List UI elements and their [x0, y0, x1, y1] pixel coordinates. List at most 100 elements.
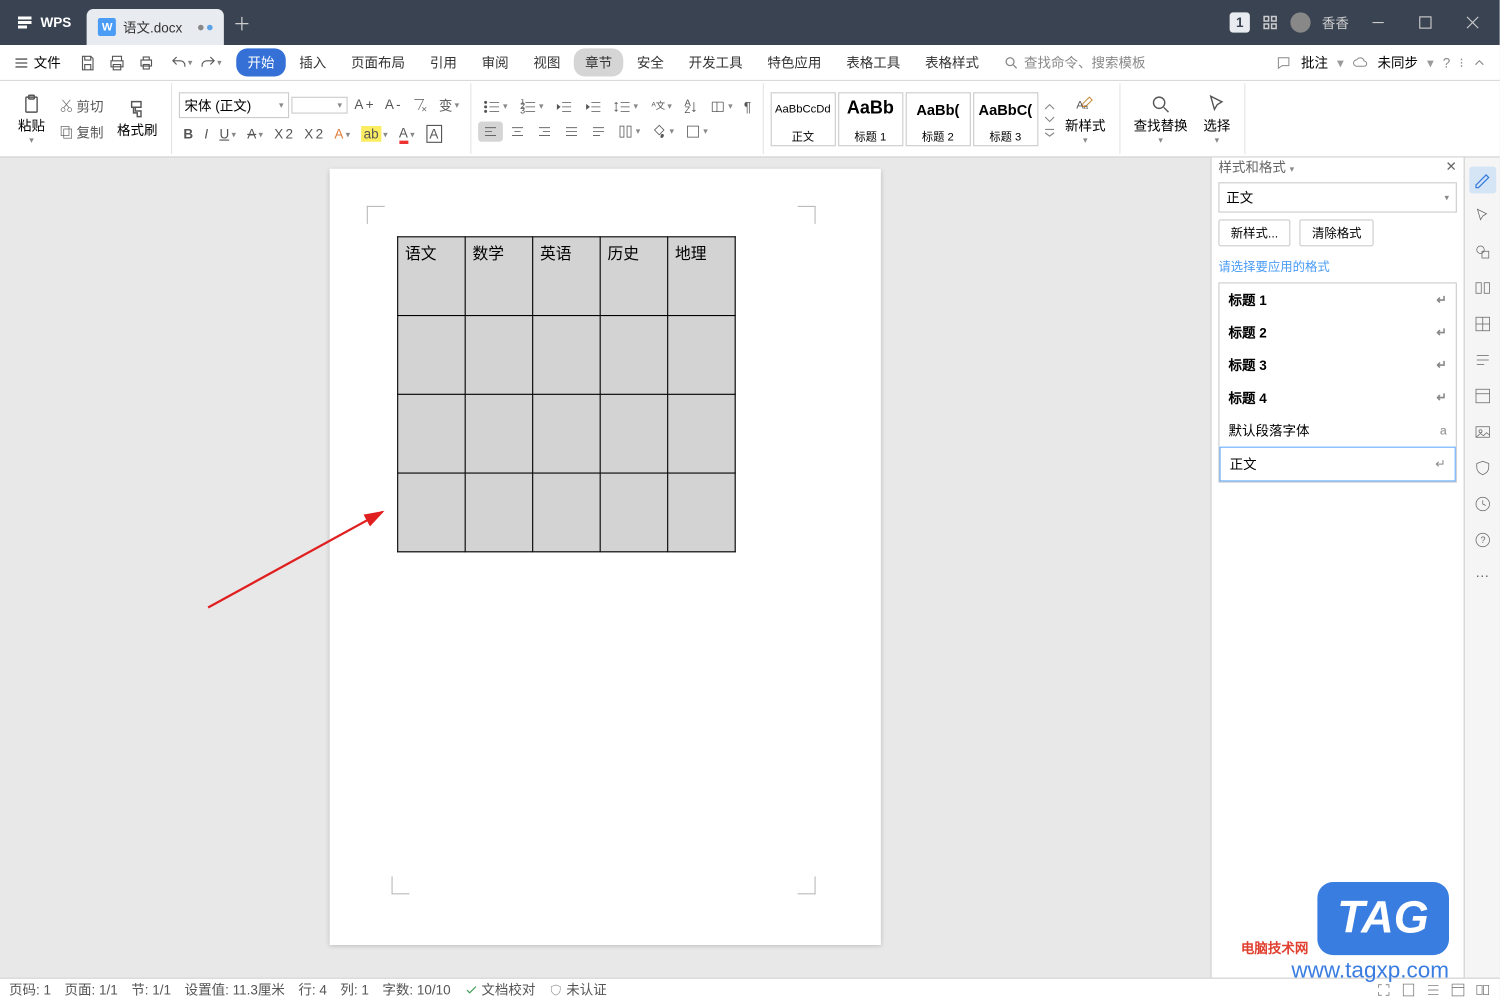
user-avatar[interactable] — [1290, 12, 1310, 32]
table-cell[interactable] — [600, 316, 668, 395]
style-row-1[interactable]: 标题 2↵ — [1220, 316, 1456, 349]
sync-label[interactable]: 未同步 — [1377, 53, 1418, 72]
collapse-ribbon-icon[interactable] — [1473, 56, 1487, 70]
align-justify-button[interactable] — [559, 121, 584, 141]
tabs-button[interactable]: ▾ — [706, 96, 738, 116]
menu-item-7[interactable]: 安全 — [626, 48, 676, 76]
table-cell[interactable]: 地理 — [668, 237, 736, 316]
menu-item-8[interactable]: 开发工具 — [677, 48, 754, 76]
table-cell[interactable] — [600, 394, 668, 473]
add-tab-button[interactable]: ＋ — [224, 5, 260, 41]
undo-button[interactable]: ▾ — [167, 48, 196, 77]
font-size-select[interactable]: ▾ — [291, 96, 347, 113]
table-cell[interactable] — [600, 473, 668, 552]
style-row-5[interactable]: 正文↵ — [1220, 447, 1456, 482]
status-proof[interactable]: 文档校对 — [464, 980, 535, 999]
table-cell[interactable] — [533, 316, 601, 395]
decrease-indent-button[interactable] — [550, 96, 577, 116]
columns-button[interactable]: ▾ — [613, 121, 645, 141]
find-replace-button[interactable]: 查找替换▾ — [1127, 91, 1195, 147]
style-row-4[interactable]: 默认段落字体a — [1220, 414, 1456, 447]
document-canvas[interactable]: 语文数学英语历史地理 — [0, 158, 1211, 978]
table-cell[interactable] — [668, 316, 736, 395]
table-cell[interactable] — [465, 473, 533, 552]
maximize-button[interactable] — [1403, 6, 1448, 40]
clear-format-button[interactable] — [407, 95, 432, 115]
strikethrough-button[interactable]: A▾ — [243, 124, 268, 144]
align-center-button[interactable] — [505, 121, 530, 141]
cut-button[interactable]: 剪切 — [54, 94, 108, 118]
style-box-1[interactable]: AaBb标题 1 — [838, 92, 903, 146]
menu-item-6[interactable]: 章节 — [574, 48, 624, 76]
style-row-0[interactable]: 标题 1↵ — [1220, 284, 1456, 317]
menu-item-4[interactable]: 审阅 — [470, 48, 520, 76]
show-marks-button[interactable]: ¶ — [739, 96, 755, 116]
menu-item-3[interactable]: 引用 — [419, 48, 469, 76]
style-box-3[interactable]: AaBbC(标题 3 — [973, 92, 1038, 146]
superscript-button[interactable]: X2 — [270, 124, 298, 144]
style-box-0[interactable]: AaBbCcDd正文 — [770, 92, 835, 146]
rail-more-icon[interactable]: ⋯ — [1469, 563, 1496, 590]
align-left-button[interactable] — [478, 121, 503, 141]
rail-shape-icon[interactable] — [1469, 239, 1496, 266]
redo-button[interactable]: ▾ — [196, 48, 225, 77]
table-cell[interactable] — [668, 473, 736, 552]
chat-icon[interactable] — [1276, 55, 1292, 71]
table-cell[interactable] — [668, 394, 736, 473]
save-button[interactable] — [73, 48, 102, 77]
style-box-2[interactable]: AaBb(标题 2 — [905, 92, 970, 146]
menu-item-5[interactable]: 视图 — [522, 48, 572, 76]
table-cell[interactable] — [398, 394, 466, 473]
status-page[interactable]: 页面: 1/1 — [65, 980, 118, 999]
status-wordcount[interactable]: 字数: 10/10 — [382, 980, 450, 999]
numbering-button[interactable]: 123▾ — [514, 96, 548, 116]
doc-table[interactable]: 语文数学英语历史地理 — [397, 236, 736, 552]
rail-help-icon[interactable]: ? — [1469, 527, 1496, 554]
rail-property-icon[interactable] — [1469, 275, 1496, 302]
menu-search[interactable]: 查找命令、搜索模板 — [1004, 53, 1146, 72]
close-button[interactable] — [1450, 6, 1495, 40]
menu-item-9[interactable]: 特色应用 — [756, 48, 833, 76]
font-color-button[interactable]: A▾ — [394, 122, 419, 146]
align-right-button[interactable] — [532, 121, 557, 141]
minimize-button[interactable] — [1356, 6, 1401, 40]
table-cell[interactable]: 英语 — [533, 237, 601, 316]
status-section[interactable]: 节: 1/1 — [131, 980, 171, 999]
table-cell[interactable]: 数学 — [465, 237, 533, 316]
shading-button[interactable]: ▾ — [647, 121, 679, 141]
table-cell[interactable] — [398, 316, 466, 395]
comment-label[interactable]: 批注 — [1301, 53, 1328, 72]
menu-item-10[interactable]: 表格工具 — [835, 48, 912, 76]
cloud-sync-icon[interactable] — [1353, 55, 1369, 71]
rail-styles-icon[interactable] — [1469, 167, 1496, 194]
copy-button[interactable]: 复制 — [54, 120, 108, 144]
file-menu[interactable]: 文件 — [7, 53, 68, 72]
clear-format-panel-button[interactable]: 清除格式 — [1300, 219, 1374, 246]
rail-image-icon[interactable] — [1469, 419, 1496, 446]
gallery-more-icon[interactable] — [1042, 125, 1056, 136]
notification-badge[interactable]: 1 — [1230, 12, 1250, 32]
view-read-icon[interactable] — [1475, 982, 1491, 998]
menu-item-1[interactable]: 插入 — [288, 48, 338, 76]
rail-reading-icon[interactable] — [1469, 347, 1496, 374]
format-painter-button[interactable]: 格式刷 — [110, 96, 164, 142]
shrink-font-button[interactable]: A- — [380, 95, 405, 115]
print-preview-button[interactable] — [102, 48, 131, 77]
rail-table-icon[interactable] — [1469, 311, 1496, 338]
status-cert[interactable]: 未认证 — [549, 980, 607, 999]
text-direction-button[interactable]: ᴬ文▾ — [645, 96, 677, 116]
current-style-select[interactable]: 正文 ▾ — [1218, 182, 1457, 212]
bullets-button[interactable]: ▾ — [478, 96, 512, 116]
bold-button[interactable]: B — [179, 124, 198, 144]
table-cell[interactable]: 语文 — [398, 237, 466, 316]
menu-item-0[interactable]: 开始 — [236, 48, 286, 76]
font-name-select[interactable]: 宋体 (正文)▾ — [179, 92, 289, 118]
align-distribute-button[interactable] — [586, 121, 611, 141]
wps-logo[interactable]: WPS — [0, 14, 87, 32]
sort-button[interactable]: AZ — [679, 96, 704, 116]
view-web-icon[interactable] — [1450, 982, 1466, 998]
gallery-down-icon[interactable] — [1042, 113, 1056, 124]
gallery-up-icon[interactable] — [1042, 101, 1056, 112]
style-row-3[interactable]: 标题 4↵ — [1220, 381, 1456, 414]
help-icon[interactable]: ? — [1443, 55, 1451, 71]
